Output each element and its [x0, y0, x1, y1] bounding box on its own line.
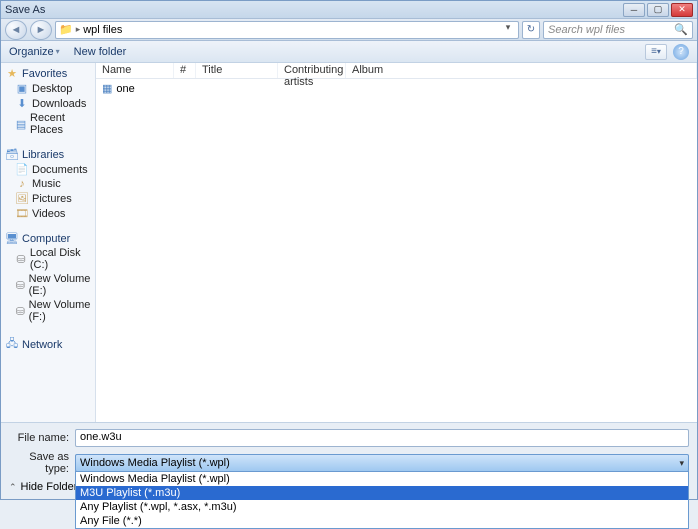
- sidebar-item-music[interactable]: ♪Music: [3, 177, 93, 191]
- type-option[interactable]: Any File (*.*): [76, 514, 688, 528]
- save-as-type-label: Save as type:: [9, 451, 69, 475]
- address-bar[interactable]: 📁 ▸ wpl files ▾: [55, 21, 519, 39]
- sidebar-item-drive-f[interactable]: ⛁New Volume (F:): [3, 298, 93, 324]
- sidebar-favorites-header[interactable]: ★ Favorites: [3, 66, 93, 81]
- search-input[interactable]: Search wpl files 🔍: [543, 21, 693, 39]
- minimize-button[interactable]: ─: [623, 3, 645, 17]
- hide-folders-button[interactable]: Hide Folders: [21, 481, 83, 493]
- column-album[interactable]: Album: [346, 63, 697, 78]
- network-icon: 🖧: [5, 335, 19, 354]
- save-as-type-value: Windows Media Playlist (*.wpl): [80, 457, 230, 469]
- recent-icon: ▤: [15, 118, 27, 131]
- libraries-icon: 🗃: [5, 148, 19, 161]
- search-placeholder: Search wpl files: [548, 24, 625, 36]
- file-name-label: File name:: [9, 432, 69, 444]
- videos-icon: 🎞: [15, 207, 29, 220]
- sidebar-item-videos[interactable]: 🎞Videos: [3, 206, 93, 221]
- pictures-icon: 🖼: [15, 192, 29, 205]
- view-options-button[interactable]: ≡ ▾: [645, 44, 667, 60]
- sidebar-item-downloads[interactable]: ⬇Downloads: [3, 96, 93, 111]
- collapse-icon: ⌃: [9, 482, 17, 493]
- maximize-button[interactable]: ▢: [647, 3, 669, 17]
- search-icon: 🔍: [674, 23, 688, 36]
- star-icon: ★: [5, 67, 19, 80]
- window-title: Save As: [5, 4, 623, 16]
- sidebar-item-drive-e[interactable]: ⛁New Volume (E:): [3, 272, 93, 298]
- folder-icon: 📁: [59, 23, 73, 36]
- playlist-file-icon: ▦: [102, 82, 112, 95]
- column-contributing-artists[interactable]: Contributing artists: [278, 63, 346, 78]
- sidebar-item-recent[interactable]: ▤Recent Places: [3, 111, 93, 137]
- sidebar-item-label: Recent Places: [30, 112, 91, 136]
- file-item[interactable]: ▦ one: [98, 81, 695, 96]
- column-number[interactable]: #: [174, 63, 196, 78]
- navigation-pane: ★ Favorites ▣Desktop ⬇Downloads ▤Recent …: [1, 63, 96, 422]
- sidebar-item-drive-c[interactable]: ⛁Local Disk (C:): [3, 246, 93, 272]
- sidebar-libraries-header[interactable]: 🗃 Libraries: [3, 147, 93, 162]
- help-button[interactable]: ?: [673, 44, 689, 60]
- sidebar-item-label: Documents: [32, 164, 88, 176]
- sidebar-item-label: Music: [32, 178, 61, 190]
- file-name: one: [116, 83, 134, 95]
- sidebar-network-label: Network: [22, 339, 62, 351]
- sidebar-network-header[interactable]: 🖧 Network: [3, 334, 93, 355]
- chevron-down-icon: ▾: [56, 47, 60, 56]
- file-list[interactable]: ▦ one: [96, 79, 697, 422]
- column-headers: Name # Title Contributing artists Album: [96, 63, 697, 79]
- sidebar-item-documents[interactable]: 📄Documents: [3, 162, 93, 177]
- address-dropdown-icon[interactable]: ▾: [501, 22, 515, 38]
- address-location: wpl files: [83, 24, 122, 36]
- computer-icon: 🖥: [5, 232, 19, 245]
- sidebar-item-label: New Volume (F:): [29, 299, 91, 323]
- close-button[interactable]: ✕: [671, 3, 693, 17]
- sidebar-item-label: Downloads: [32, 98, 86, 110]
- new-folder-button[interactable]: New folder: [74, 46, 127, 58]
- type-option-selected[interactable]: M3U Playlist (*.m3u): [76, 486, 688, 500]
- column-title[interactable]: Title: [196, 63, 278, 78]
- sidebar-item-label: Videos: [32, 208, 65, 220]
- drive-icon: ⛁: [15, 305, 26, 318]
- chevron-right-icon: ▸: [76, 24, 81, 35]
- organize-label: Organize: [9, 46, 54, 58]
- nav-forward-button[interactable]: ►: [30, 20, 52, 40]
- sidebar-item-label: Desktop: [32, 83, 72, 95]
- sidebar-favorites-label: Favorites: [22, 68, 67, 80]
- music-icon: ♪: [15, 178, 29, 190]
- sidebar-item-label: Pictures: [32, 193, 72, 205]
- chevron-down-icon: ▾: [679, 458, 684, 469]
- desktop-icon: ▣: [15, 82, 29, 95]
- type-option[interactable]: Any Playlist (*.wpl, *.asx, *.m3u): [76, 500, 688, 514]
- column-name[interactable]: Name: [96, 63, 174, 78]
- save-as-type-dropdown[interactable]: Windows Media Playlist (*.wpl) M3U Playl…: [75, 471, 689, 529]
- sidebar-item-label: New Volume (E:): [29, 273, 91, 297]
- documents-icon: 📄: [15, 163, 29, 176]
- save-as-type-select[interactable]: Windows Media Playlist (*.wpl) ▾: [75, 454, 689, 472]
- sidebar-computer-header[interactable]: 🖥 Computer: [3, 231, 93, 246]
- file-name-input[interactable]: one.w3u: [75, 429, 689, 447]
- sidebar-item-pictures[interactable]: 🖼Pictures: [3, 191, 93, 206]
- sidebar-item-desktop[interactable]: ▣Desktop: [3, 81, 93, 96]
- drive-icon: ⛁: [15, 253, 27, 266]
- refresh-button[interactable]: ↻: [522, 21, 540, 39]
- sidebar-computer-label: Computer: [22, 233, 70, 245]
- sidebar-item-label: Local Disk (C:): [30, 247, 91, 271]
- downloads-icon: ⬇: [15, 97, 29, 110]
- sidebar-libraries-label: Libraries: [22, 149, 64, 161]
- organize-button[interactable]: Organize ▾: [9, 46, 60, 58]
- drive-icon: ⛁: [15, 279, 26, 292]
- type-option[interactable]: Windows Media Playlist (*.wpl): [76, 472, 688, 486]
- nav-back-button[interactable]: ◄: [5, 20, 27, 40]
